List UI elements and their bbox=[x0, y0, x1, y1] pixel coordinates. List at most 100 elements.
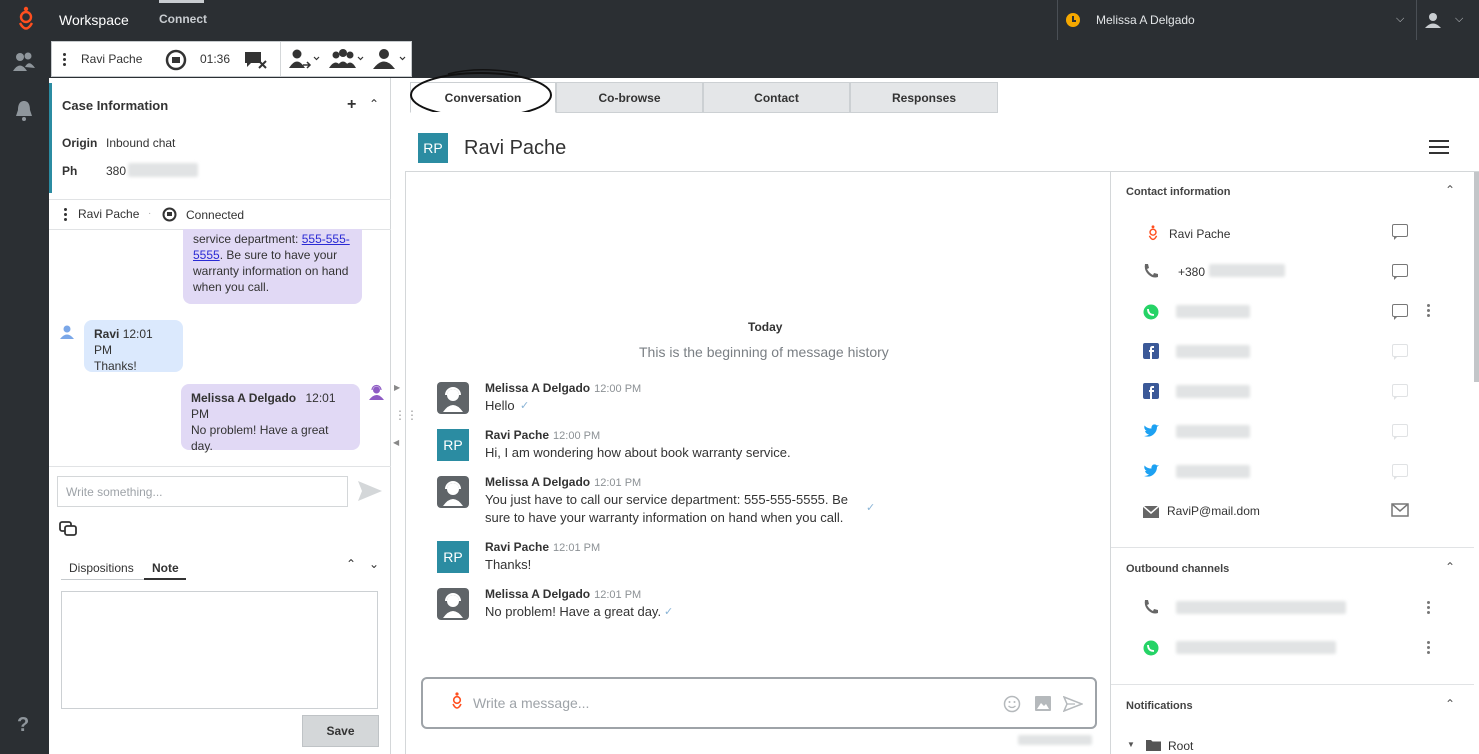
contacts-icon[interactable] bbox=[11, 49, 37, 75]
customer-avatar: RP bbox=[437, 541, 469, 573]
toolbar-contact-name: Ravi Pache bbox=[81, 52, 143, 66]
emoji-icon[interactable] bbox=[1003, 695, 1021, 713]
bubble-text: Thanks! bbox=[94, 359, 137, 373]
delivered-check-icon: ✓ bbox=[520, 400, 530, 412]
agent-name[interactable]: Melissa A Delgado bbox=[1096, 13, 1195, 27]
message-sender: Melissa A Delgado 12:00 PM bbox=[485, 381, 642, 395]
more-options-icon[interactable] bbox=[1427, 601, 1430, 616]
start-chat-icon[interactable] bbox=[1392, 424, 1408, 440]
notifications-bell-icon[interactable] bbox=[11, 98, 37, 124]
chevron-down-icon[interactable]: ⌵ bbox=[1455, 13, 1463, 26]
tab-co-browse[interactable]: Co-browse bbox=[556, 82, 703, 113]
agent-avatar-icon bbox=[437, 588, 469, 620]
phone-icon bbox=[1144, 600, 1158, 614]
day-separator: Today bbox=[748, 320, 783, 334]
twitter-icon bbox=[1144, 424, 1159, 437]
splitter-handle-icon[interactable]: ⋮⋮ bbox=[394, 408, 418, 422]
start-chat-icon[interactable] bbox=[1392, 264, 1408, 280]
help-icon[interactable]: ? bbox=[17, 714, 29, 737]
genesys-logo-icon bbox=[18, 6, 34, 30]
nav-connect[interactable]: Connect bbox=[159, 12, 207, 26]
redacted-facebook bbox=[1176, 345, 1250, 358]
message-text: Hello bbox=[485, 398, 515, 413]
message-text: No problem! Have a great day. bbox=[485, 604, 662, 619]
chevron-up-icon[interactable]: ⌃ bbox=[1445, 560, 1455, 574]
consult-icon[interactable] bbox=[328, 48, 364, 70]
send-icon[interactable] bbox=[357, 479, 383, 503]
divider bbox=[405, 172, 406, 754]
more-options-icon[interactable] bbox=[63, 53, 67, 68]
message-time: 12:01 PM bbox=[594, 589, 642, 601]
active-nav-indicator bbox=[159, 0, 204, 3]
message-composer[interactable]: Write a message... bbox=[421, 677, 1097, 729]
contact-information-title: Contact information bbox=[1126, 186, 1231, 198]
scrollbar[interactable] bbox=[1474, 172, 1479, 382]
bubble-text: No problem! Have a great day. bbox=[191, 423, 329, 453]
divider bbox=[280, 42, 281, 76]
note-textarea[interactable] bbox=[61, 591, 378, 709]
collapse-left-icon[interactable]: ◀ bbox=[393, 438, 399, 447]
phone-value: 380 bbox=[106, 164, 127, 178]
add-icon[interactable]: + bbox=[347, 96, 356, 114]
chat-bubble-customer: Ravi 12:01 PM Thanks! bbox=[84, 320, 183, 373]
redacted-outbound-phone bbox=[1176, 601, 1346, 614]
conference-icon[interactable] bbox=[370, 48, 406, 70]
divider bbox=[1416, 0, 1417, 40]
more-options-icon[interactable] bbox=[1427, 304, 1430, 319]
chevron-up-icon[interactable]: ⌃ bbox=[1445, 183, 1455, 197]
facebook-icon bbox=[1143, 383, 1159, 399]
composer-placeholder[interactable]: Write a message... bbox=[473, 695, 589, 711]
chevron-up-icon[interactable]: ⌃ bbox=[346, 557, 356, 571]
message-text: You just have to call our service depart… bbox=[485, 492, 849, 525]
redacted-phone bbox=[1209, 264, 1285, 277]
start-chat-icon[interactable] bbox=[1392, 224, 1408, 240]
folder-root[interactable]: Root bbox=[1168, 739, 1193, 753]
agent-avatar-icon bbox=[369, 384, 384, 400]
more-options-icon[interactable] bbox=[64, 208, 68, 223]
more-options-icon[interactable] bbox=[1427, 641, 1430, 656]
redacted-outbound-whatsapp bbox=[1176, 641, 1336, 654]
transcript-copy-icon[interactable] bbox=[59, 521, 77, 537]
top-bar: Workspace Connect Melissa A Delgado ⌵ ⌵ bbox=[0, 0, 1479, 40]
chevron-up-icon[interactable]: ⌃ bbox=[1445, 697, 1455, 711]
chat-input[interactable]: Write something... bbox=[57, 476, 348, 507]
chevron-down-icon[interactable]: ⌄ bbox=[369, 557, 379, 571]
chevron-up-icon[interactable]: ⌃ bbox=[369, 97, 379, 111]
tab-dispositions[interactable]: Dispositions bbox=[69, 561, 134, 575]
twitter-icon bbox=[1144, 464, 1159, 477]
contact-details-panel bbox=[1110, 172, 1479, 754]
genesys-contact-icon bbox=[1148, 225, 1158, 241]
bubble-sender: Ravi bbox=[94, 327, 120, 341]
send-message-icon[interactable] bbox=[1063, 696, 1083, 712]
tab-responses[interactable]: Responses bbox=[850, 82, 998, 113]
folder-icon bbox=[1146, 740, 1161, 751]
message-sender: Ravi Pache 12:00 PM bbox=[485, 428, 601, 442]
tab-contact[interactable]: Contact bbox=[703, 82, 850, 113]
image-attach-icon[interactable] bbox=[1034, 695, 1052, 712]
save-button[interactable]: Save bbox=[302, 715, 379, 747]
chat-status-icon bbox=[162, 207, 177, 222]
phone-icon bbox=[1144, 264, 1158, 278]
chevron-down-icon[interactable]: ⌵ bbox=[1396, 13, 1404, 26]
agent-status-clock-icon[interactable] bbox=[1066, 13, 1080, 27]
start-chat-icon[interactable] bbox=[1392, 344, 1408, 360]
redacted-twitter bbox=[1176, 425, 1250, 438]
interaction-status: Connected bbox=[186, 208, 245, 222]
tab-note[interactable]: Note bbox=[152, 561, 179, 575]
divider bbox=[49, 199, 391, 200]
transfer-icon[interactable] bbox=[288, 48, 320, 70]
tree-expand-icon[interactable]: ▼ bbox=[1127, 740, 1135, 749]
contact-name-title: Ravi Pache bbox=[464, 137, 567, 159]
hamburger-menu-icon[interactable] bbox=[1429, 140, 1449, 154]
expand-right-icon[interactable]: ▶ bbox=[394, 383, 400, 392]
agent-avatar-icon bbox=[437, 382, 469, 414]
genesys-logo-icon bbox=[452, 692, 462, 709]
contact-name: Ravi Pache bbox=[1169, 227, 1231, 241]
send-email-icon[interactable] bbox=[1391, 503, 1409, 517]
direct-message-icon[interactable] bbox=[1392, 464, 1408, 480]
user-avatar-icon[interactable] bbox=[1424, 11, 1442, 29]
messenger-chat-icon[interactable] bbox=[1392, 384, 1408, 400]
end-chat-icon[interactable] bbox=[244, 50, 268, 70]
start-chat-icon[interactable] bbox=[1392, 304, 1408, 320]
whatsapp-icon bbox=[1143, 304, 1159, 320]
